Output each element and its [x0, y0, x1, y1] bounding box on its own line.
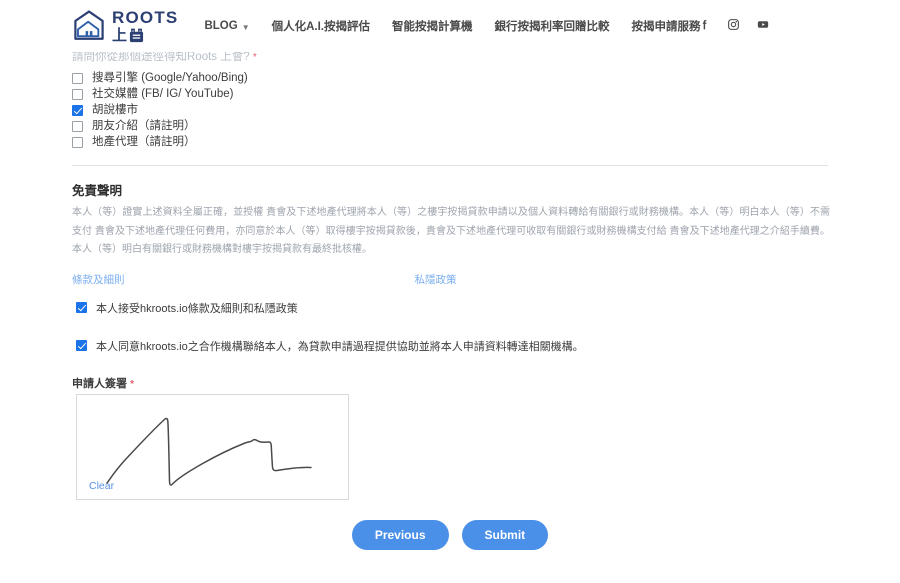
nav-item-application-service[interactable]: 按揭申請服務 — [632, 18, 701, 34]
checkbox-row-friend-referral[interactable]: 朋友介紹（請註明） — [72, 118, 248, 134]
checkbox-label-search-engine: 搜尋引擎 (Google/Yahoo/Bing) — [92, 72, 248, 84]
chevron-down-icon: ▼ — [241, 22, 250, 32]
policy-links: 條款及細則 私隱政策 — [72, 272, 632, 287]
terms-and-conditions-link[interactable]: 條款及細則 — [72, 272, 125, 287]
checkbox-row-social-media[interactable]: 社交媒體 (FB/ IG/ YouTube) — [72, 86, 248, 102]
checkbox-friend-referral[interactable] — [72, 120, 83, 132]
signature-required-asterisk: * — [130, 379, 134, 390]
checkbox-label-property-agent: 地產代理（請註明） — [92, 136, 196, 148]
nav-item-blog-label: BLOG — [204, 20, 238, 32]
checkbox-row-property-agent[interactable]: 地產代理（請註明） — [72, 134, 248, 150]
checkbox-label-property-talk: 胡說樓市 — [92, 104, 138, 116]
logo-roots-text: ROOTS — [112, 8, 179, 27]
logo-cn-char: 上 — [112, 27, 129, 44]
agreement-label-terms: 本人接受hkroots.io條款及細則和私隱政策 — [96, 303, 298, 315]
signature-stroke — [106, 417, 312, 486]
checkbox-row-search-engine[interactable]: 搜尋引擎 (Google/Yahoo/Bing) — [72, 70, 248, 86]
facebook-icon[interactable] — [698, 18, 711, 31]
checkbox-label-friend-referral: 朋友介紹（請註明） — [92, 120, 196, 132]
main-navigation: BLOG ▼ 個人化A.I.按揭評估 智能按揭計算機 銀行按揭利率回贈比較 按揭… — [204, 0, 700, 52]
checkbox-label-social-media: 社交媒體 (FB/ IG/ YouTube) — [92, 88, 234, 100]
privacy-policy-link[interactable]: 私隱政策 — [415, 272, 457, 287]
disclaimer-body: 本人（等）證實上述資料全屬正確，並授權 貴會及下述地產代理將本人（等）之樓宇按揭… — [72, 207, 830, 255]
submit-button[interactable]: Submit — [461, 520, 549, 550]
site-header: ROOTS 上 BLOG ▼ 個人化A.I.按揭評估 智能按揭計算機 銀行按揭利… — [0, 0, 900, 52]
logo-text: ROOTS 上 — [112, 9, 178, 43]
form-actions: Previous Submit — [0, 520, 900, 550]
site-logo[interactable]: ROOTS 上 — [72, 9, 178, 43]
crown-badge-icon — [129, 28, 144, 43]
agreement-row-partner-contact[interactable]: 本人同意hkroots.io之合作機構聯絡本人，為貸款申請過程提供協助並將本人申… — [76, 340, 584, 354]
nav-item-rate-comparison[interactable]: 銀行按揭利率回贈比較 — [495, 18, 610, 34]
logo-cn-text: 上 — [112, 28, 178, 43]
previous-button[interactable]: Previous — [351, 520, 449, 550]
checkbox-partner-contact[interactable] — [76, 340, 87, 351]
section-divider — [72, 165, 828, 166]
checkbox-row-property-talk[interactable]: 胡說樓市 — [72, 102, 248, 118]
agreement-label-partner-contact: 本人同意hkroots.io之合作機構聯絡本人，為貸款申請過程提供協助並將本人申… — [96, 341, 584, 353]
checkbox-social-media[interactable] — [72, 88, 83, 100]
nav-item-ai-assessment[interactable]: 個人化A.I.按揭評估 — [272, 18, 370, 34]
signature-pad[interactable]: Clear — [76, 394, 349, 500]
page-root: ROOTS 上 BLOG ▼ 個人化A.I.按揭評估 智能按揭計算機 銀行按揭利… — [0, 0, 900, 583]
checkbox-accept-terms[interactable] — [76, 302, 87, 313]
checkbox-property-talk[interactable] — [72, 104, 83, 116]
signature-label-text: 申請人簽署 — [72, 378, 127, 390]
agreement-row-terms[interactable]: 本人接受hkroots.io條款及細則和私隱政策 — [76, 302, 298, 316]
source-checkbox-group: 搜尋引擎 (Google/Yahoo/Bing) 社交媒體 (FB/ IG/ Y… — [72, 70, 248, 150]
instagram-icon[interactable] — [727, 18, 740, 31]
source-question-text: 請問你從那個途徑得知Roots 上會? — [72, 51, 250, 63]
signature-label: 申請人簽署 * — [72, 375, 134, 391]
checkbox-property-agent[interactable] — [72, 136, 83, 148]
nav-item-mortgage-calculator[interactable]: 智能按揭計算機 — [392, 18, 473, 34]
youtube-icon[interactable] — [756, 18, 770, 31]
checkbox-search-engine[interactable] — [72, 72, 83, 84]
house-logo-icon — [74, 10, 104, 40]
social-links — [698, 18, 770, 31]
required-asterisk: * — [252, 52, 257, 63]
clear-signature-button[interactable]: Clear — [89, 480, 114, 492]
disclaimer-title: 免責聲明 — [72, 184, 123, 198]
nav-item-blog[interactable]: BLOG ▼ — [204, 20, 249, 32]
